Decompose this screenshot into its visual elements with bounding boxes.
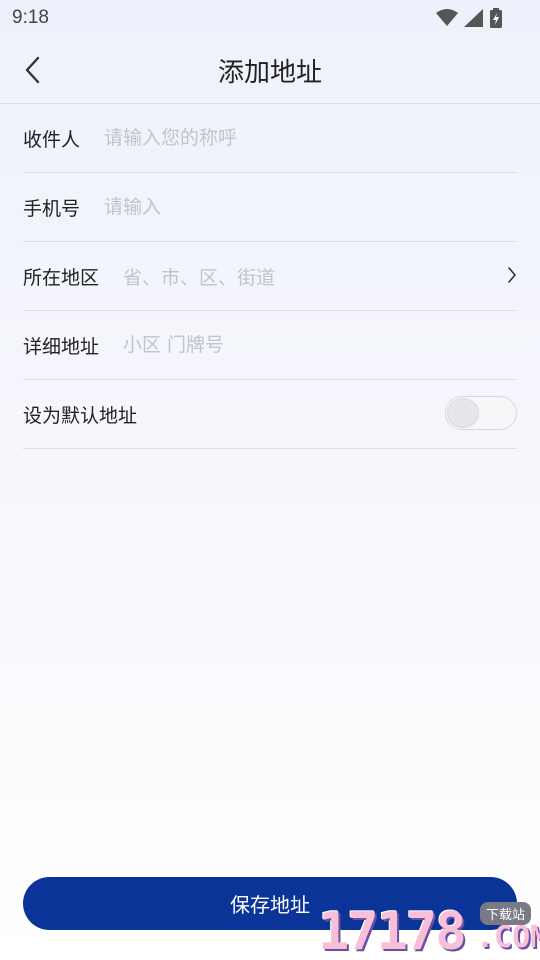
region-row[interactable]: 所在地区 省、市、区、街道 xyxy=(23,242,517,311)
default-toggle[interactable] xyxy=(445,396,517,430)
page-title: 添加地址 xyxy=(217,58,322,88)
watermark-logo: 17178 .COM 下载站 xyxy=(318,900,540,960)
status-time: 9:18 xyxy=(12,7,49,28)
detail-input[interactable] xyxy=(123,325,517,365)
watermark-tag: 下载站 xyxy=(480,902,532,925)
address-form: 收件人 手机号 所在地区 省、市、区、街道 详细地址 设为默认地址 xyxy=(23,104,517,449)
recipient-label: 收件人 xyxy=(23,128,81,151)
default-label: 设为默认地址 xyxy=(23,404,138,427)
detail-row: 详细地址 xyxy=(23,311,517,380)
detail-label: 详细地址 xyxy=(23,335,100,358)
phone-row: 手机号 xyxy=(23,173,517,242)
watermark-suffix: .COM xyxy=(476,920,540,955)
status-bar: 9:18 xyxy=(0,0,540,36)
toggle-knob xyxy=(447,398,479,428)
watermark-digits: 17178 xyxy=(318,902,467,960)
phone-input[interactable] xyxy=(104,187,517,227)
signal-icon xyxy=(464,9,483,27)
region-label: 所在地区 xyxy=(23,266,100,289)
region-selector[interactable]: 省、市、区、街道 xyxy=(123,263,517,290)
chevron-right-icon xyxy=(508,267,516,283)
default-row: 设为默认地址 xyxy=(23,380,517,449)
header: 添加地址 xyxy=(0,36,540,104)
battery-charging-icon xyxy=(490,8,502,28)
recipient-input[interactable] xyxy=(104,118,517,158)
recipient-row: 收件人 xyxy=(23,104,517,173)
wifi-icon xyxy=(436,9,458,26)
phone-label: 手机号 xyxy=(23,197,81,220)
status-icons xyxy=(436,8,502,28)
